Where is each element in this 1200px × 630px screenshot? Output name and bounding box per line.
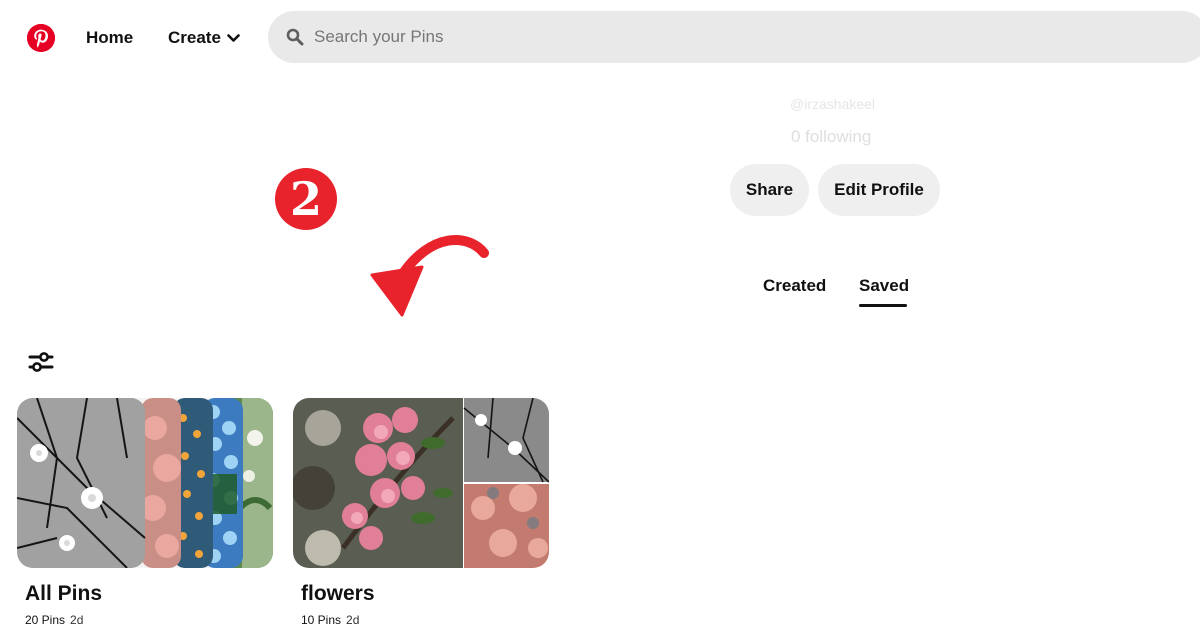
board-pin-count: 20 Pins <box>25 613 66 627</box>
board-collage-image <box>293 398 549 568</box>
board-title[interactable]: flowers <box>301 582 375 606</box>
board-updated: 2d <box>70 613 84 627</box>
board-updated: 2d <box>346 613 360 627</box>
board-collage-image <box>17 398 273 568</box>
search-bar[interactable] <box>268 11 1200 63</box>
profile-username: @irzashakeel <box>790 96 876 112</box>
nav-create-label: Create <box>168 28 221 47</box>
pinterest-logo-icon[interactable] <box>27 24 55 52</box>
curved-arrow-icon <box>370 235 489 317</box>
board-cover-flowers[interactable] <box>293 398 549 568</box>
board-title[interactable]: All Pins <box>25 582 102 606</box>
board-meta: 20 Pins 2d <box>25 613 83 627</box>
board-cover-all-pins[interactable] <box>17 398 273 568</box>
board-meta: 10 Pins 2d <box>301 613 359 627</box>
share-button[interactable]: Share <box>730 164 809 216</box>
tab-created[interactable]: Created <box>763 276 826 296</box>
tab-saved[interactable]: Saved <box>859 276 909 296</box>
board-pin-count: 10 Pins <box>301 613 342 627</box>
filter-icon[interactable] <box>28 349 54 375</box>
following-count[interactable]: 0 following <box>791 127 911 147</box>
edit-profile-button[interactable]: Edit Profile <box>818 164 940 216</box>
search-input[interactable] <box>312 26 1116 48</box>
chevron-down-icon <box>227 33 240 42</box>
active-tab-indicator <box>859 304 907 307</box>
nav-home[interactable]: Home <box>86 28 133 48</box>
step-number-badge: 2 <box>275 168 337 230</box>
search-icon <box>286 28 304 46</box>
nav-create-dropdown[interactable]: Create <box>168 28 240 48</box>
